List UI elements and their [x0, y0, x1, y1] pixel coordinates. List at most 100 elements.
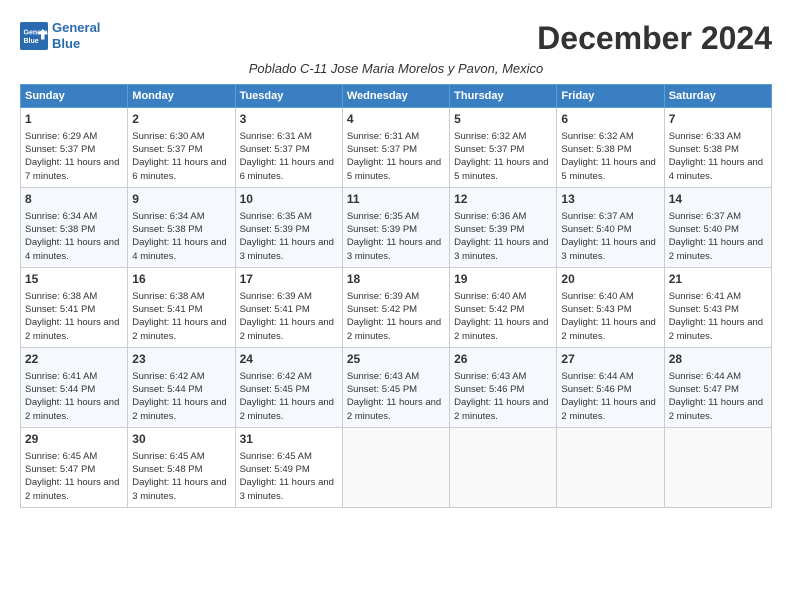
calendar-cell: 30 Sunrise: 6:45 AM Sunset: 5:48 PM Dayl…: [128, 428, 235, 508]
daylight-label: Daylight: 11 hours and 3 minutes.: [347, 237, 441, 261]
sunrise-label: Sunrise: 6:30 AM: [132, 131, 204, 142]
day-number: 3: [240, 111, 338, 128]
logo-icon: General Blue: [20, 22, 48, 50]
sunset-label: Sunset: 5:39 PM: [347, 224, 417, 235]
sunrise-label: Sunrise: 6:35 AM: [347, 211, 419, 222]
daylight-label: Daylight: 11 hours and 3 minutes.: [561, 237, 655, 261]
day-number: 22: [25, 351, 123, 368]
sunset-label: Sunset: 5:44 PM: [25, 384, 95, 395]
daylight-label: Daylight: 11 hours and 3 minutes.: [240, 237, 334, 261]
sunset-label: Sunset: 5:48 PM: [132, 464, 202, 475]
daylight-label: Daylight: 11 hours and 2 minutes.: [25, 397, 119, 421]
daylight-label: Daylight: 11 hours and 2 minutes.: [347, 317, 441, 341]
calendar-cell: 17 Sunrise: 6:39 AM Sunset: 5:41 PM Dayl…: [235, 268, 342, 348]
daylight-label: Daylight: 11 hours and 4 minutes.: [132, 237, 226, 261]
calendar-cell: 7 Sunrise: 6:33 AM Sunset: 5:38 PM Dayli…: [664, 108, 771, 188]
sunrise-label: Sunrise: 6:34 AM: [132, 211, 204, 222]
day-number: 27: [561, 351, 659, 368]
calendar-cell: [557, 428, 664, 508]
col-header-saturday: Saturday: [664, 85, 771, 108]
sunrise-label: Sunrise: 6:45 AM: [240, 451, 312, 462]
daylight-label: Daylight: 11 hours and 7 minutes.: [25, 157, 119, 181]
sunrise-label: Sunrise: 6:45 AM: [25, 451, 97, 462]
sunset-label: Sunset: 5:43 PM: [669, 304, 739, 315]
daylight-label: Daylight: 11 hours and 2 minutes.: [240, 397, 334, 421]
sunrise-label: Sunrise: 6:42 AM: [240, 371, 312, 382]
sunrise-label: Sunrise: 6:41 AM: [669, 291, 741, 302]
day-number: 4: [347, 111, 445, 128]
sunrise-label: Sunrise: 6:43 AM: [347, 371, 419, 382]
sunrise-label: Sunrise: 6:32 AM: [561, 131, 633, 142]
col-header-wednesday: Wednesday: [342, 85, 449, 108]
calendar-cell: 4 Sunrise: 6:31 AM Sunset: 5:37 PM Dayli…: [342, 108, 449, 188]
daylight-label: Daylight: 11 hours and 4 minutes.: [25, 237, 119, 261]
day-number: 7: [669, 111, 767, 128]
sunrise-label: Sunrise: 6:37 AM: [561, 211, 633, 222]
calendar-cell: [450, 428, 557, 508]
sunset-label: Sunset: 5:37 PM: [25, 144, 95, 155]
calendar-header-row: SundayMondayTuesdayWednesdayThursdayFrid…: [21, 85, 772, 108]
daylight-label: Daylight: 11 hours and 2 minutes.: [561, 397, 655, 421]
sunset-label: Sunset: 5:42 PM: [347, 304, 417, 315]
calendar-cell: [664, 428, 771, 508]
day-number: 17: [240, 271, 338, 288]
sunrise-label: Sunrise: 6:42 AM: [132, 371, 204, 382]
calendar-cell: [342, 428, 449, 508]
calendar-cell: 22 Sunrise: 6:41 AM Sunset: 5:44 PM Dayl…: [21, 348, 128, 428]
daylight-label: Daylight: 11 hours and 5 minutes.: [561, 157, 655, 181]
calendar-cell: 12 Sunrise: 6:36 AM Sunset: 5:39 PM Dayl…: [450, 188, 557, 268]
daylight-label: Daylight: 11 hours and 2 minutes.: [347, 397, 441, 421]
day-number: 11: [347, 191, 445, 208]
calendar-cell: 20 Sunrise: 6:40 AM Sunset: 5:43 PM Dayl…: [557, 268, 664, 348]
day-number: 29: [25, 431, 123, 448]
logo: General Blue General Blue: [20, 20, 100, 51]
day-number: 1: [25, 111, 123, 128]
daylight-label: Daylight: 11 hours and 2 minutes.: [454, 397, 548, 421]
day-number: 6: [561, 111, 659, 128]
daylight-label: Daylight: 11 hours and 2 minutes.: [240, 317, 334, 341]
daylight-label: Daylight: 11 hours and 3 minutes.: [240, 477, 334, 501]
calendar-cell: 13 Sunrise: 6:37 AM Sunset: 5:40 PM Dayl…: [557, 188, 664, 268]
sunrise-label: Sunrise: 6:35 AM: [240, 211, 312, 222]
sunrise-label: Sunrise: 6:38 AM: [25, 291, 97, 302]
calendar-cell: 29 Sunrise: 6:45 AM Sunset: 5:47 PM Dayl…: [21, 428, 128, 508]
logo-line2: Blue: [52, 36, 80, 51]
day-number: 5: [454, 111, 552, 128]
day-number: 12: [454, 191, 552, 208]
col-header-thursday: Thursday: [450, 85, 557, 108]
day-number: 30: [132, 431, 230, 448]
calendar-cell: 15 Sunrise: 6:38 AM Sunset: 5:41 PM Dayl…: [21, 268, 128, 348]
sunrise-label: Sunrise: 6:40 AM: [561, 291, 633, 302]
sunset-label: Sunset: 5:38 PM: [25, 224, 95, 235]
sunrise-label: Sunrise: 6:38 AM: [132, 291, 204, 302]
daylight-label: Daylight: 11 hours and 6 minutes.: [132, 157, 226, 181]
sunset-label: Sunset: 5:41 PM: [25, 304, 95, 315]
calendar-week-3: 15 Sunrise: 6:38 AM Sunset: 5:41 PM Dayl…: [21, 268, 772, 348]
calendar-cell: 27 Sunrise: 6:44 AM Sunset: 5:46 PM Dayl…: [557, 348, 664, 428]
sunset-label: Sunset: 5:45 PM: [240, 384, 310, 395]
calendar-cell: 26 Sunrise: 6:43 AM Sunset: 5:46 PM Dayl…: [450, 348, 557, 428]
sunrise-label: Sunrise: 6:37 AM: [669, 211, 741, 222]
calendar-cell: 2 Sunrise: 6:30 AM Sunset: 5:37 PM Dayli…: [128, 108, 235, 188]
daylight-label: Daylight: 11 hours and 5 minutes.: [347, 157, 441, 181]
sunset-label: Sunset: 5:45 PM: [347, 384, 417, 395]
sunset-label: Sunset: 5:42 PM: [454, 304, 524, 315]
calendar-cell: 19 Sunrise: 6:40 AM Sunset: 5:42 PM Dayl…: [450, 268, 557, 348]
day-number: 10: [240, 191, 338, 208]
calendar-cell: 3 Sunrise: 6:31 AM Sunset: 5:37 PM Dayli…: [235, 108, 342, 188]
sunrise-label: Sunrise: 6:33 AM: [669, 131, 741, 142]
calendar-cell: 8 Sunrise: 6:34 AM Sunset: 5:38 PM Dayli…: [21, 188, 128, 268]
logo-line1: General: [52, 20, 100, 35]
calendar-cell: 11 Sunrise: 6:35 AM Sunset: 5:39 PM Dayl…: [342, 188, 449, 268]
calendar-cell: 10 Sunrise: 6:35 AM Sunset: 5:39 PM Dayl…: [235, 188, 342, 268]
sunset-label: Sunset: 5:44 PM: [132, 384, 202, 395]
day-number: 19: [454, 271, 552, 288]
sunrise-label: Sunrise: 6:39 AM: [347, 291, 419, 302]
daylight-label: Daylight: 11 hours and 2 minutes.: [669, 397, 763, 421]
day-number: 9: [132, 191, 230, 208]
sunrise-label: Sunrise: 6:31 AM: [347, 131, 419, 142]
day-number: 13: [561, 191, 659, 208]
daylight-label: Daylight: 11 hours and 2 minutes.: [454, 317, 548, 341]
day-number: 18: [347, 271, 445, 288]
sunrise-label: Sunrise: 6:41 AM: [25, 371, 97, 382]
